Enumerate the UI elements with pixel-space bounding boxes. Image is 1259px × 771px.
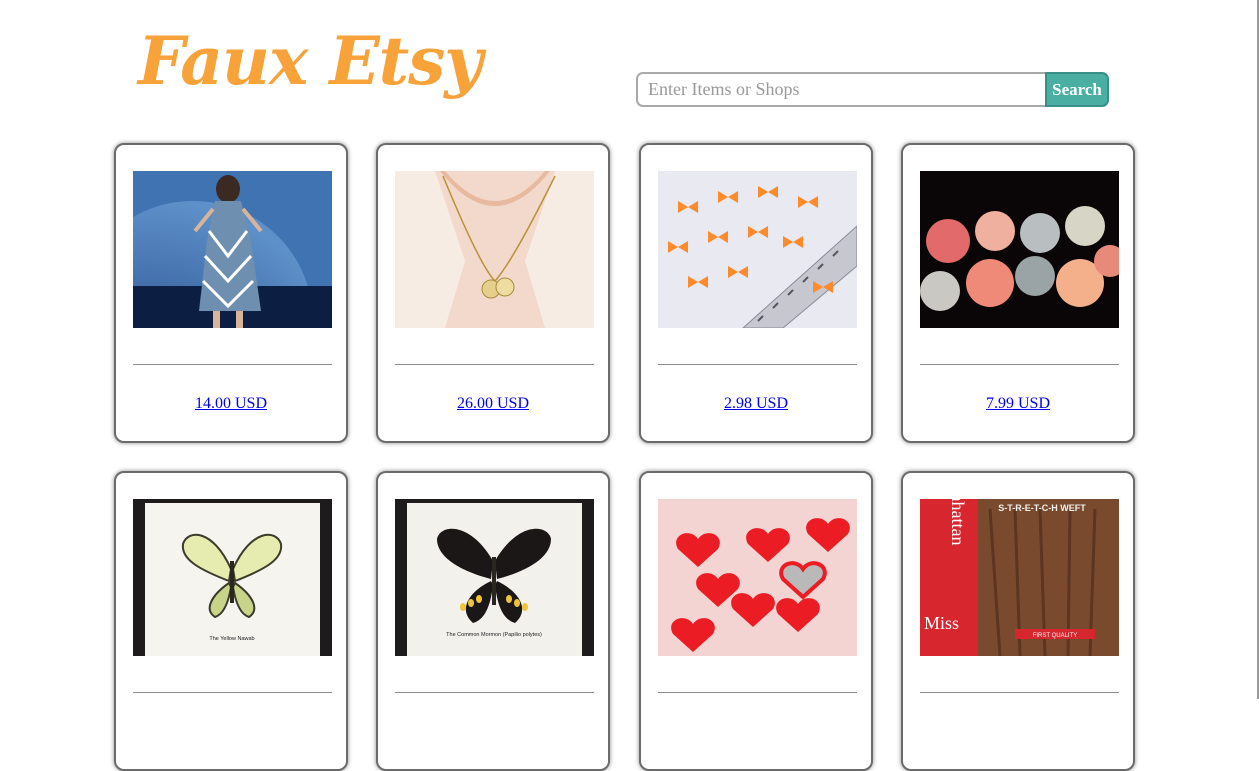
divider (133, 692, 332, 693)
divider (658, 364, 857, 365)
package-text: S-T-R-E-T-C-H WEFT (998, 503, 1086, 513)
listing-card[interactable]: S-T-R-E-T-C-H WEFT nhattan Miss FIRST QU… (901, 471, 1135, 771)
price-link[interactable]: 26.00 USD (378, 395, 608, 413)
listing-card[interactable]: 2.98 USD (639, 143, 873, 443)
hair-package-icon[interactable]: S-T-R-E-T-C-H WEFT nhattan Miss FIRST QU… (920, 499, 1119, 656)
price-link[interactable]: 7.99 USD (903, 395, 1133, 413)
divider (395, 364, 594, 365)
price-link[interactable]: 14.00 USD (116, 395, 346, 413)
specimen-label: The Yellow Nawab (209, 636, 254, 642)
search-button[interactable]: Search (1045, 72, 1109, 107)
package-text: nhattan (948, 499, 968, 545)
dress-icon[interactable] (133, 171, 332, 328)
divider (920, 692, 1119, 693)
hearts-icon[interactable] (658, 499, 857, 656)
package-text: Miss (924, 613, 959, 633)
necklace-icon[interactable] (395, 171, 594, 328)
divider (920, 364, 1119, 365)
listing-card[interactable]: 14.00 USD (114, 143, 348, 443)
butterfly-frame-icon[interactable]: The Common Mormon (Papilio polytes) (395, 499, 594, 656)
listing-card[interactable]: 7.99 USD (901, 143, 1135, 443)
listing-card[interactable]: 26.00 USD (376, 143, 610, 443)
search-bar: Search (636, 72, 1109, 107)
butterfly-frame-icon[interactable]: The Yellow Nawab (133, 499, 332, 656)
listing-card[interactable]: The Yellow Nawab (114, 471, 348, 771)
lantern-lights-icon[interactable] (920, 171, 1119, 328)
divider (133, 364, 332, 365)
ribbon-bows-icon[interactable] (658, 171, 857, 328)
price-link[interactable]: 2.98 USD (641, 395, 871, 413)
divider (395, 692, 594, 693)
search-input[interactable] (636, 72, 1046, 107)
site-logo[interactable]: Faux Etsy (138, 28, 483, 94)
listing-card[interactable]: The Common Mormon (Papilio polytes) (376, 471, 610, 771)
divider (658, 692, 857, 693)
package-text: FIRST QUALITY (1033, 633, 1078, 639)
listing-card[interactable] (639, 471, 873, 771)
specimen-label: The Common Mormon (Papilio polytes) (446, 632, 542, 638)
